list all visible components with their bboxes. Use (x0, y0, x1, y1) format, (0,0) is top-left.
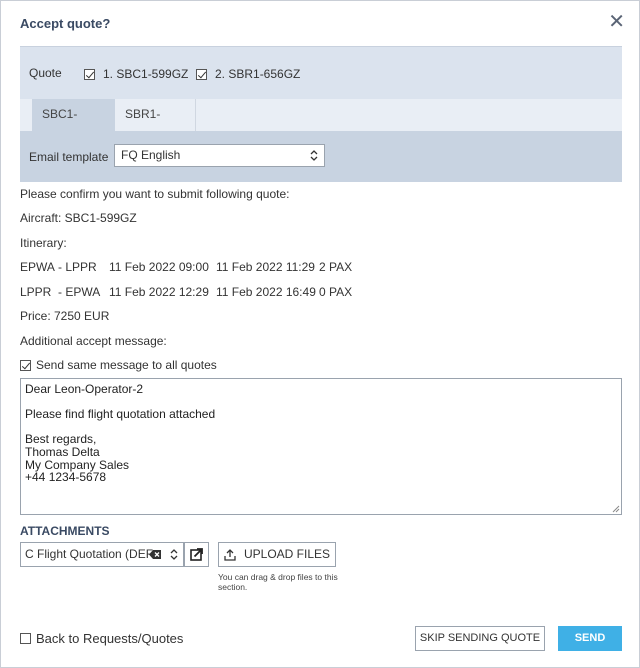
leg-to: - EPWA (58, 285, 101, 299)
skip-sending-quote-button[interactable]: SKIP SENDING QUOTE (415, 626, 545, 651)
quote-option-2-label: 2. SBR1-656GZ (215, 67, 301, 81)
checkbox-back-to-requests[interactable] (20, 633, 31, 644)
close-icon[interactable]: ✕ (608, 12, 625, 32)
resize-handle-icon[interactable] (612, 505, 620, 513)
checkbox-same-message[interactable] (20, 359, 31, 371)
tab-sbr1-656gz[interactable]: SBR1-656GZ (115, 99, 196, 151)
leg-pax: 2 PAX (319, 260, 353, 274)
dialog-title: Accept quote? (20, 16, 111, 31)
leg-to: - LPPR (58, 260, 97, 274)
price-text: Price: 7250 EUR (20, 309, 110, 323)
back-to-requests-label: Back to Requests/Quotes (36, 631, 184, 646)
tab-sbc1-599gz[interactable]: SBC1-599GZ (32, 99, 115, 151)
quote-label: Quote (29, 66, 62, 80)
open-attachment-button[interactable] (184, 542, 209, 567)
quote-option-2[interactable]: 2. SBR1-656GZ (196, 67, 300, 81)
same-message-option[interactable]: Send same message to all quotes (20, 358, 217, 372)
checkbox-quote-1[interactable] (84, 68, 95, 80)
leg-pax: 0 PAX (319, 285, 353, 299)
email-template-value: FQ English (121, 148, 181, 162)
send-button[interactable]: SEND (558, 626, 622, 651)
clear-icon[interactable] (149, 550, 161, 559)
message-textarea[interactable]: Dear Leon-Operator-2 Please find flight … (20, 378, 622, 515)
quote-selector: Quote 1. SBC1-599GZ 2. SBR1-656GZ (20, 46, 622, 99)
accept-quote-dialog: Accept quote? ✕ Quote 1. SBC1-599GZ 2. S… (0, 0, 640, 668)
upload-files-label: UPLOAD FILES (243, 547, 331, 561)
email-template-row: Email template FQ English (20, 131, 622, 182)
quote-tabs: SBC1-599GZ SBR1-656GZ (20, 99, 622, 151)
leg-from: EPWA (20, 260, 55, 274)
leg-arrival: 11 Feb 2022 11:29 (216, 260, 315, 274)
upload-icon (224, 548, 236, 561)
upload-hint: You can drag & drop files to this sectio… (218, 572, 338, 592)
email-template-select[interactable]: FQ English (114, 144, 325, 167)
confirm-text: Please confirm you want to submit follow… (20, 187, 290, 201)
checkbox-quote-2[interactable] (196, 68, 207, 80)
email-template-label: Email template (29, 150, 109, 164)
leg-from: LPPR (20, 285, 52, 299)
leg-arrival: 11 Feb 2022 16:49 (216, 285, 316, 299)
attachments-title: ATTACHMENTS (20, 524, 110, 538)
quote-option-1-label: 1. SBC1-599GZ (103, 67, 189, 81)
back-to-requests-option[interactable]: Back to Requests/Quotes (20, 631, 183, 646)
leg-departure: 11 Feb 2022 09:00 (109, 260, 209, 274)
additional-message-label: Additional accept message: (20, 334, 167, 348)
upload-files-button[interactable]: UPLOAD FILES (218, 542, 336, 567)
select-arrows-icon (310, 150, 318, 161)
itinerary-label: Itinerary: (20, 236, 67, 250)
select-arrows-icon (170, 549, 178, 560)
aircraft-text: Aircraft: SBC1-599GZ (20, 211, 137, 225)
quote-option-1[interactable]: 1. SBC1-599GZ (84, 67, 188, 81)
same-message-label: Send same message to all quotes (36, 358, 217, 372)
external-link-icon (190, 548, 203, 561)
attachment-select[interactable]: C Flight Quotation (DEF... (20, 542, 184, 567)
attachment-value: C Flight Quotation (DEF... (25, 547, 162, 561)
leg-departure: 11 Feb 2022 12:29 (109, 285, 209, 299)
